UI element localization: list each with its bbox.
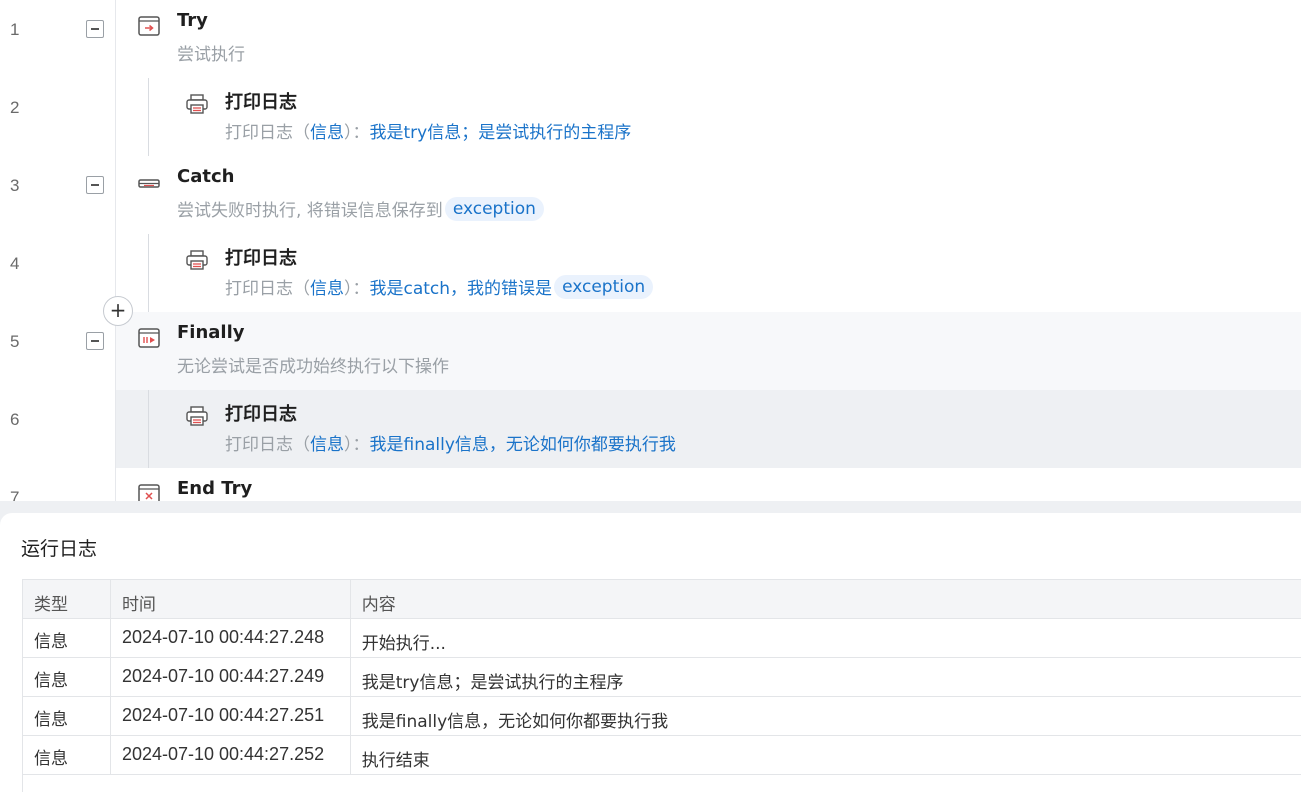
table-row[interactable]: 信息 2024-07-10 00:44:27.249 我是try信息；是尝试执行…	[23, 658, 1301, 697]
log-type: 信息	[23, 619, 111, 657]
log-type: 信息	[23, 697, 111, 735]
table-header-row: 类型 时间 内容	[23, 580, 1301, 619]
log-time: 2024-07-10 00:44:27.252	[111, 736, 351, 774]
step-description: 打印日志（ 信息）： 我是try信息；是尝试执行的主程序	[225, 118, 631, 143]
step-title: 打印日志	[225, 92, 297, 113]
end-try-icon	[138, 484, 160, 501]
step-try[interactable]: Try 尝试执行	[116, 0, 1301, 78]
step-catch[interactable]: Catch 尝试失败时执行, 将错误信息保存到 exception	[116, 156, 1301, 234]
table-row[interactable]: 信息 2024-07-10 00:44:27.248 开始执行...	[23, 619, 1301, 658]
log-time: 2024-07-10 00:44:27.249	[111, 658, 351, 696]
line-number: 2	[10, 98, 20, 117]
desc-value: 我是finally信息，无论如何你都要执行我	[369, 435, 676, 455]
panel-title: 运行日志	[21, 538, 98, 560]
log-content: 我是try信息；是尝试执行的主程序	[351, 658, 1301, 696]
step-title: 打印日志	[225, 404, 297, 425]
table-empty-row	[23, 775, 1301, 792]
table-row[interactable]: 信息 2024-07-10 00:44:27.252 执行结束	[23, 736, 1301, 775]
step-description: 打印日志（ 信息）： 我是catch，我的错误是 exception	[225, 274, 654, 299]
step-description: 尝试失败时执行, 将错误信息保存到 exception	[177, 196, 544, 221]
desc-prefix: 打印日志（	[225, 279, 310, 299]
step-title: 打印日志	[225, 248, 297, 269]
flow-row-finally[interactable]: 5 Finally 无论尝试是否成功始终执行以下操作	[0, 312, 1301, 390]
log-table: 类型 时间 内容 信息 2024-07-10 00:44:27.248 开始执行…	[22, 579, 1301, 792]
column-header-content[interactable]: 内容	[351, 580, 1301, 618]
step-description-text: 无论尝试是否成功始终执行以下操作	[177, 357, 449, 377]
printer-icon	[186, 250, 208, 270]
step-title: Catch	[177, 166, 235, 187]
column-header-time[interactable]: 时间	[111, 580, 351, 618]
step-finally[interactable]: Finally 无论尝试是否成功始终执行以下操作	[116, 312, 1301, 390]
try-block-icon	[138, 16, 160, 36]
collapse-minus-icon[interactable]	[86, 20, 104, 38]
step-title: End Try	[177, 478, 253, 499]
variable-chip[interactable]: exception	[444, 196, 544, 221]
flow-row-print-log-try[interactable]: 2 打印日志 打印日志（ 信息）： 我是try信息；是尝试执行的主程序	[0, 78, 1301, 156]
step-description: 打印日志（ 信息）： 我是finally信息，无论如何你都要执行我	[225, 430, 676, 455]
step-print-log[interactable]: 打印日志 打印日志（ 信息）： 我是finally信息，无论如何你都要执行我	[116, 390, 1301, 468]
run-log-sheet: 运行日志 类型 时间 内容 信息 2024-07-10 00:44:27.248…	[0, 513, 1301, 792]
flow-row-end-try[interactable]: 7 End Try	[0, 468, 1301, 501]
step-end-try[interactable]: End Try	[116, 468, 1301, 501]
add-step-button[interactable]: +	[103, 296, 133, 326]
desc-value: 我是catch，我的错误是	[369, 279, 553, 299]
log-type: 信息	[23, 658, 111, 696]
nest-guide-line	[148, 234, 149, 312]
printer-icon	[186, 94, 208, 114]
desc-prefix: 打印日志（	[225, 435, 310, 455]
log-content: 开始执行...	[351, 619, 1301, 657]
step-print-log[interactable]: 打印日志 打印日志（ 信息）： 我是catch，我的错误是 exception	[116, 234, 1301, 312]
step-title: Try	[177, 10, 208, 31]
step-description-text: 尝试执行	[177, 45, 245, 65]
desc-param: 信息	[310, 279, 344, 299]
line-number: 3	[10, 176, 20, 195]
line-number: 6	[10, 410, 20, 429]
printer-icon	[186, 406, 208, 426]
table-row[interactable]: 信息 2024-07-10 00:44:27.251 我是finally信息，无…	[23, 697, 1301, 736]
flow-row-try[interactable]: 1 Try 尝试执行	[0, 0, 1301, 78]
catch-block-icon	[138, 179, 160, 188]
desc-separator: ）：	[344, 123, 370, 143]
line-number: 1	[10, 20, 20, 39]
collapse-minus-icon[interactable]	[86, 332, 104, 350]
column-header-type[interactable]: 类型	[23, 580, 111, 618]
desc-param: 信息	[310, 435, 344, 455]
line-number: 7	[10, 488, 20, 501]
run-log-panel: 运行日志 类型 时间 内容 信息 2024-07-10 00:44:27.248…	[0, 501, 1301, 792]
log-time: 2024-07-10 00:44:27.251	[111, 697, 351, 735]
step-description-text: 尝试失败时执行, 将错误信息保存到	[177, 201, 443, 221]
log-content: 执行结束	[351, 736, 1301, 774]
line-number: 5	[10, 332, 20, 351]
desc-prefix: 打印日志（	[225, 123, 310, 143]
nest-guide-line	[148, 390, 149, 468]
step-print-log[interactable]: 打印日志 打印日志（ 信息）： 我是try信息；是尝试执行的主程序	[116, 78, 1301, 156]
collapse-minus-icon[interactable]	[86, 176, 104, 194]
desc-separator: ）：	[344, 279, 370, 299]
log-time: 2024-07-10 00:44:27.248	[111, 619, 351, 657]
log-content: 我是finally信息，无论如何你都要执行我	[351, 697, 1301, 735]
desc-param: 信息	[310, 123, 344, 143]
flow-row-print-log-finally[interactable]: 6 打印日志 打印日志（ 信息）： 我是finally信息，无论如何你都要执行我	[0, 390, 1301, 468]
desc-value: 我是try信息；是尝试执行的主程序	[369, 123, 632, 143]
flow-row-catch[interactable]: 3 Catch 尝试失败时执行, 将错误信息保存到 exception	[0, 156, 1301, 234]
flow-row-print-log-catch[interactable]: 4 打印日志 打印日志（ 信息）： 我是catch，我的错误是 exception	[0, 234, 1301, 312]
finally-block-icon	[138, 328, 160, 348]
step-description: 无论尝试是否成功始终执行以下操作	[177, 352, 449, 377]
flow-editor: 1 Try 尝试执行 2 打印日志 打印日志（ 信息 ）： 我是try信息；是尝…	[0, 0, 1301, 501]
step-description: 尝试执行	[177, 40, 245, 65]
step-title: Finally	[177, 322, 245, 343]
desc-separator: ）：	[344, 435, 370, 455]
log-type: 信息	[23, 736, 111, 774]
variable-chip[interactable]: exception	[554, 274, 654, 299]
line-number: 4	[10, 254, 20, 273]
nest-guide-line	[148, 78, 149, 156]
